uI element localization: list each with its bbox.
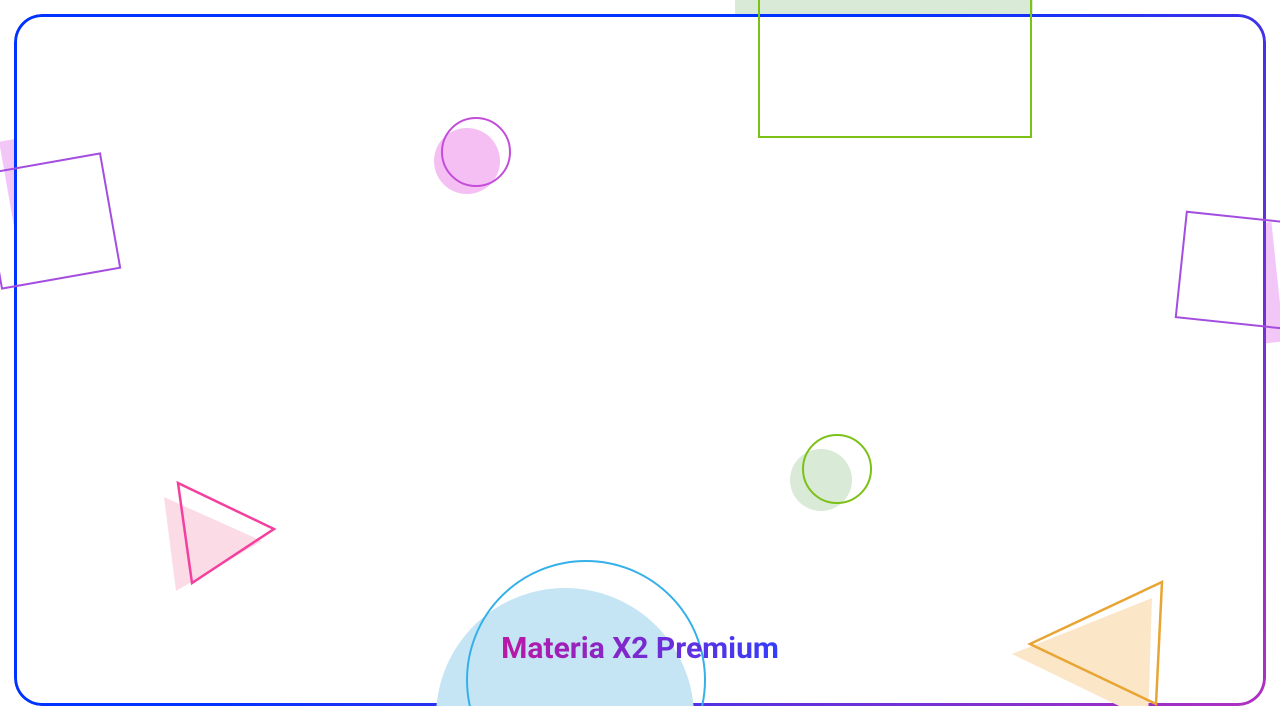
circle-outline-magenta — [441, 117, 511, 187]
circle-outline-green — [802, 434, 872, 504]
gradient-border-frame: Materia X2 Premium — [14, 14, 1266, 706]
triangle-outline-pink — [164, 479, 284, 593]
circle-fill-green — [790, 449, 852, 511]
slide-title: Materia X2 Premium — [14, 631, 1266, 666]
circle-fill-magenta — [434, 128, 500, 194]
triangle-fill-pink — [154, 489, 274, 603]
